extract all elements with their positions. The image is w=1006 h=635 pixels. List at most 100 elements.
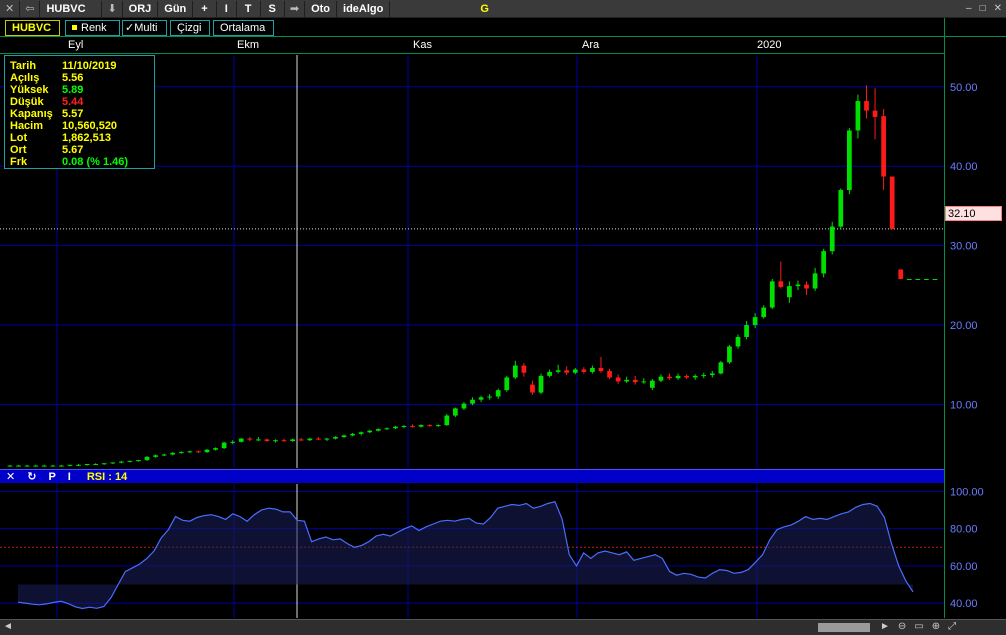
- candle-body: [872, 110, 878, 117]
- price-tick-label: 40.00: [950, 161, 978, 173]
- info-key: Tarih: [10, 60, 37, 72]
- candle-body: [315, 438, 321, 440]
- info-key: Kapanış: [10, 108, 53, 120]
- candle-body: [153, 455, 158, 457]
- candle-body: [341, 435, 347, 438]
- candle-body: [187, 451, 193, 453]
- candle-body: [333, 437, 338, 439]
- candle-body: [127, 460, 133, 462]
- info-key: Ort: [10, 144, 27, 156]
- candle-body: [410, 425, 415, 427]
- info-value: 10,560,520: [62, 120, 118, 132]
- rsi-close-icon[interactable]: ✕: [0, 470, 21, 483]
- candle-body: [572, 369, 578, 373]
- candle-body: [932, 278, 938, 280]
- candle-body: [778, 281, 784, 287]
- info-row: Frk 0.08 (% 1.46): [10, 156, 154, 168]
- info-key: Düşük: [10, 96, 44, 108]
- price-tick-label: 50.00: [950, 82, 978, 94]
- zoom-out-icon[interactable]: ⊖: [894, 621, 910, 632]
- ohlc-info-box: Tarih 11/10/2019 Açılış 5.56 Yüksek 5.89 Düşük…: [4, 55, 155, 169]
- candle-body: [230, 441, 236, 443]
- info-key: Lot: [10, 132, 28, 144]
- info-row: Lot 1,862,513: [10, 132, 154, 144]
- candle-body: [298, 439, 304, 441]
- candle-body: [615, 377, 621, 382]
- candle-body: [50, 465, 56, 467]
- horizontal-scrollbar[interactable]: ◄ ► ⊖ ▭ ⊕ ⤢: [0, 619, 1006, 635]
- rsi-p-button[interactable]: P: [42, 471, 61, 483]
- candle-body: [16, 465, 21, 467]
- candle-body: [521, 365, 527, 373]
- candle-body: [307, 438, 313, 441]
- candle-body: [632, 379, 638, 383]
- info-key: Açılış: [10, 72, 40, 84]
- info-row: Hacim 10,560,520: [10, 120, 154, 132]
- candle-body: [273, 440, 278, 442]
- fit-icon[interactable]: ⤢: [944, 621, 960, 632]
- candle-body: [881, 116, 886, 177]
- candle-body: [33, 465, 39, 467]
- candle-body: [238, 438, 244, 442]
- rsi-i-button[interactable]: I: [62, 471, 77, 483]
- candle-body: [530, 384, 535, 393]
- candle-body: [110, 462, 116, 464]
- candle-body: [692, 375, 698, 378]
- candle-body: [684, 375, 689, 378]
- candle-body: [804, 284, 809, 289]
- candle-body: [581, 369, 587, 372]
- candle-body: [538, 375, 544, 393]
- scroll-controls: ► ⊖ ▭ ⊕ ⤢: [876, 621, 960, 632]
- candle-body: [547, 371, 552, 376]
- rsi-refresh-icon[interactable]: ↻: [21, 470, 42, 483]
- info-value: 5.44: [62, 96, 84, 108]
- rsi-header: ✕ ↻ P I RSI : 14: [0, 469, 944, 483]
- price-tick-label: 20.00: [950, 320, 978, 332]
- candle-body: [358, 432, 364, 434]
- candle-body: [435, 425, 441, 427]
- axis-divider: [944, 18, 945, 618]
- candle-body: [512, 365, 518, 378]
- scroll-thumb[interactable]: [818, 623, 870, 632]
- info-value: 11/10/2019: [62, 60, 117, 72]
- info-value: 1,862,513: [62, 132, 111, 144]
- candle-body: [744, 325, 749, 337]
- candle-body: [178, 452, 184, 454]
- candle-body: [290, 439, 295, 441]
- candle-body: [418, 425, 424, 427]
- info-value: 5.57: [62, 108, 84, 120]
- candle-body: [41, 465, 47, 467]
- candle-body: [795, 284, 801, 287]
- info-key: Frk: [10, 156, 28, 168]
- candle-body: [213, 448, 218, 450]
- rsi-tick-label: 80.00: [950, 524, 978, 536]
- info-row: Kapanış 5.57: [10, 108, 154, 120]
- info-key: Yüksek: [10, 84, 49, 96]
- candle-body: [93, 464, 99, 466]
- candle-body: [555, 370, 561, 372]
- candle-body: [727, 346, 732, 363]
- scroll-left-icon[interactable]: ◄: [3, 621, 13, 632]
- candle-body: [864, 101, 869, 111]
- candle-body: [624, 379, 630, 382]
- candle-body: [256, 439, 261, 441]
- candle-body: [487, 396, 492, 398]
- candle-body: [478, 397, 484, 400]
- zoom-in-icon[interactable]: ⊕: [928, 621, 944, 632]
- price-tick-label: 10.00: [950, 399, 978, 411]
- candle-body: [564, 370, 570, 373]
- candle-body: [76, 464, 81, 466]
- candle-body: [170, 452, 176, 455]
- candle-body: [264, 439, 270, 441]
- info-value: 5.56: [62, 72, 84, 84]
- candle-body: [221, 442, 227, 449]
- scroll-right-icon[interactable]: ►: [876, 621, 894, 632]
- candle-body: [915, 278, 921, 280]
- candle-body: [898, 269, 904, 279]
- candle-body: [118, 461, 124, 463]
- candle-body: [838, 190, 844, 227]
- zoom-reset-icon[interactable]: ▭: [910, 621, 927, 632]
- candle-body: [196, 451, 201, 453]
- candle-body: [375, 429, 381, 431]
- candle-body: [401, 425, 407, 427]
